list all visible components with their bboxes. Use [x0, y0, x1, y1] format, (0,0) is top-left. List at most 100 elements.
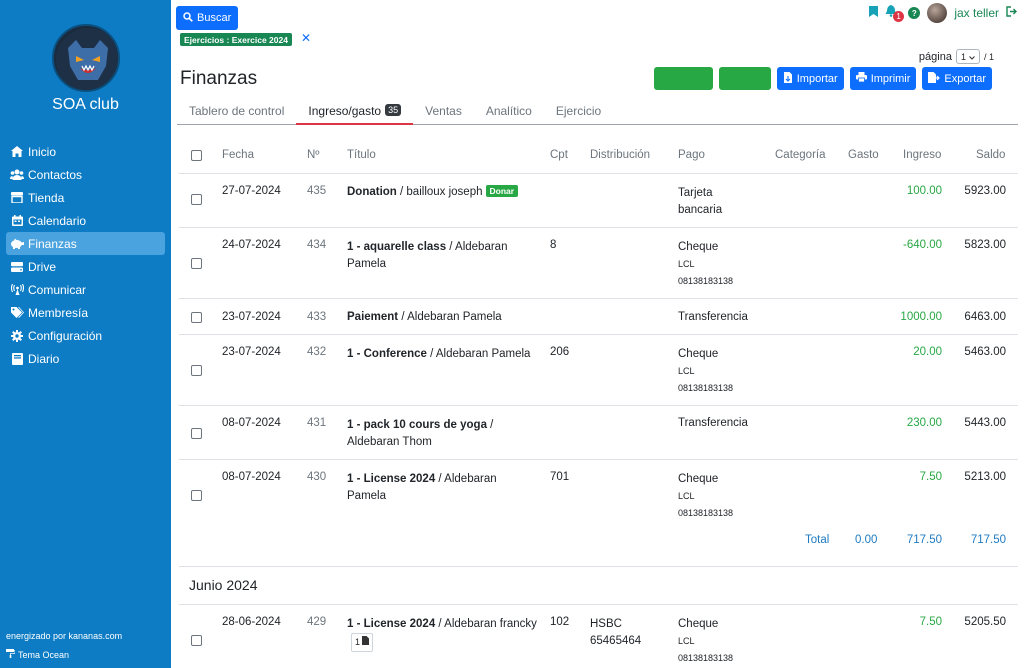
- sidebar-item-label: Membresía: [28, 305, 89, 320]
- tab-ventas[interactable]: Ventas: [413, 104, 474, 125]
- table-row[interactable]: 08-07-2024 431 1 - pack 10 cours de yoga…: [179, 406, 1018, 460]
- cell-fecha: 23-07-2024: [222, 311, 281, 323]
- title-bold: 1 - pack 10 cours de yoga: [347, 419, 487, 431]
- cell-pago: Transferencia: [678, 417, 748, 429]
- cell-no: 435: [307, 185, 327, 197]
- col-saldo[interactable]: Saldo: [976, 149, 1005, 161]
- title-bold: 1 - License 2024: [347, 473, 436, 485]
- col-fecha[interactable]: Fecha: [222, 149, 254, 161]
- table-row[interactable]: 23-07-2024 433 Paiement / Aldebaran Pame…: [179, 299, 1018, 335]
- sidebar-item-configuracion[interactable]: Configuración: [6, 324, 165, 347]
- sidebar-item-drive[interactable]: Drive: [6, 255, 165, 278]
- table-row[interactable]: 24-07-2024 434 1 - aquarelle class / Ald…: [179, 228, 1018, 299]
- col-gasto[interactable]: Gasto: [848, 149, 879, 161]
- cell-titulo[interactable]: Donation / bailloux joseph Donar: [347, 185, 519, 198]
- tab-label: Ingreso/gasto: [308, 104, 382, 118]
- table-row[interactable]: 23-07-2024 432 1 - Conference / Aldebara…: [179, 335, 1018, 406]
- plus-icon: +: [659, 72, 667, 85]
- sidebar-item-diario[interactable]: Diario: [6, 347, 165, 370]
- page-select[interactable]: 1: [955, 49, 980, 64]
- notifications-badge: 1: [893, 11, 904, 22]
- sidebar-item-contactos[interactable]: Contactos: [6, 163, 165, 186]
- row-checkbox[interactable]: [191, 490, 202, 501]
- tab-bar: Tablero de control Ingreso/gasto 35 Vent…: [177, 104, 1018, 125]
- theme-link[interactable]: Tema Ocean: [6, 649, 69, 660]
- user-name[interactable]: jax teller: [954, 6, 999, 20]
- row-checkbox[interactable]: [191, 635, 202, 646]
- import-button[interactable]: Importar: [776, 67, 844, 90]
- cell-pago: Cheque LCL 08138183138: [678, 346, 733, 397]
- tab-analitico[interactable]: Analítico: [474, 104, 544, 125]
- tab-label: Tablero de control: [189, 104, 285, 118]
- cell-saldo: 6463.00: [964, 311, 1006, 323]
- table-row[interactable]: 08-07-2024 430 1 - License 2024 / Aldeba…: [179, 460, 1018, 531]
- cell-no: 430: [307, 471, 327, 483]
- col-pago[interactable]: Pago: [678, 149, 705, 161]
- club-name: SOA club: [52, 96, 119, 113]
- select-all-checkbox[interactable]: [191, 150, 202, 161]
- home-icon: [10, 146, 24, 158]
- club-logo[interactable]: [52, 24, 120, 92]
- page-total: / 1: [983, 51, 994, 62]
- cell-titulo[interactable]: 1 - License 2024 / Aldebaran francky 1: [347, 616, 537, 652]
- row-checkbox[interactable]: [191, 194, 202, 205]
- col-titulo[interactable]: Título: [347, 149, 376, 161]
- print-button[interactable]: Imprimir: [849, 67, 917, 90]
- cell-pago: Cheque LCL 08138183138: [678, 616, 733, 667]
- cell-titulo[interactable]: 1 - Conference / Aldebaran Pamela: [347, 346, 537, 363]
- add-income-button[interactable]: + Ingreso: [653, 67, 713, 90]
- total-saldo: 717.50: [970, 534, 1006, 546]
- logout-icon[interactable]: [1006, 6, 1018, 20]
- title-rest: / Aldebaran francky: [435, 618, 537, 630]
- col-distribucion[interactable]: Distribución: [590, 149, 650, 161]
- cell-titulo[interactable]: 1 - aquarelle class / Aldebaran Pamela: [347, 239, 537, 273]
- search-button[interactable]: Buscar: [176, 6, 239, 30]
- total-ingreso: 717.50: [906, 534, 942, 546]
- tab-ejercicio[interactable]: Ejercicio: [544, 104, 613, 125]
- row-checkbox[interactable]: [191, 365, 202, 376]
- pago-number: 08138183138: [678, 653, 734, 663]
- title-bold: 1 - aquarelle class: [347, 241, 447, 253]
- chevron-down-icon: [969, 52, 975, 62]
- pago-number: 08138183138: [678, 383, 734, 393]
- clear-filter-icon[interactable]: ✕: [301, 31, 311, 45]
- tags-icon: [10, 307, 24, 319]
- notifications-bell[interactable]: 1: [885, 5, 904, 22]
- col-cpt[interactable]: Cpt: [550, 149, 568, 161]
- tab-ingreso-gasto[interactable]: Ingreso/gasto 35: [296, 104, 414, 125]
- row-checkbox[interactable]: [191, 428, 202, 439]
- cell-titulo[interactable]: 1 - License 2024 / Aldebaran Pamela: [347, 471, 537, 505]
- sidebar-item-membresia[interactable]: Membresía: [6, 301, 165, 324]
- attachment-badge[interactable]: 1: [351, 633, 374, 652]
- row-checkbox[interactable]: [191, 258, 202, 269]
- cell-cpt: 701: [550, 471, 570, 483]
- pago-method: Cheque: [678, 473, 719, 485]
- col-ingreso[interactable]: Ingreso: [903, 149, 941, 161]
- powered-by[interactable]: energizado por kananas.com: [6, 631, 122, 641]
- tab-label: Analítico: [485, 104, 532, 118]
- sidebar-item-finanzas[interactable]: Finanzas: [6, 232, 165, 255]
- sidebar-item-label: Configuración: [28, 328, 103, 343]
- sidebar-item-calendario[interactable]: Calendario: [6, 209, 165, 232]
- help-icon[interactable]: ?: [908, 7, 921, 19]
- add-expense-button[interactable]: + Gasto: [718, 67, 771, 90]
- row-checkbox[interactable]: [191, 312, 202, 323]
- sidebar-item-inicio[interactable]: Inicio: [6, 140, 165, 163]
- col-categoria[interactable]: Categoría: [775, 149, 826, 161]
- cell-saldo: 5213.00: [964, 471, 1006, 483]
- cell-titulo[interactable]: Paiement / Aldebaran Pamela: [347, 311, 502, 323]
- sidebar-nav: Inicio Contactos Tienda Calendario Finan…: [6, 140, 165, 370]
- table-row[interactable]: 27-07-2024 435 Donation / bailloux josep…: [179, 174, 1018, 228]
- sidebar-item-comunicar[interactable]: Comunicar: [6, 278, 165, 301]
- pago-method: Cheque: [678, 348, 719, 360]
- table-row[interactable]: 28-06-2024 429 1 - License 2024 / Aldeba…: [179, 605, 1018, 668]
- export-button[interactable]: Exportar: [922, 67, 992, 90]
- sidebar-item-tienda[interactable]: Tienda: [6, 186, 165, 209]
- col-no[interactable]: Nº: [307, 149, 320, 161]
- cell-cpt: 102: [550, 616, 570, 628]
- bookmark-icon[interactable]: [869, 6, 879, 20]
- tab-tablero[interactable]: Tablero de control: [177, 104, 296, 125]
- avatar[interactable]: [927, 3, 948, 23]
- cell-titulo[interactable]: 1 - pack 10 cours de yoga / Aldebaran Th…: [347, 417, 537, 451]
- cell-saldo: 5923.00: [964, 185, 1006, 197]
